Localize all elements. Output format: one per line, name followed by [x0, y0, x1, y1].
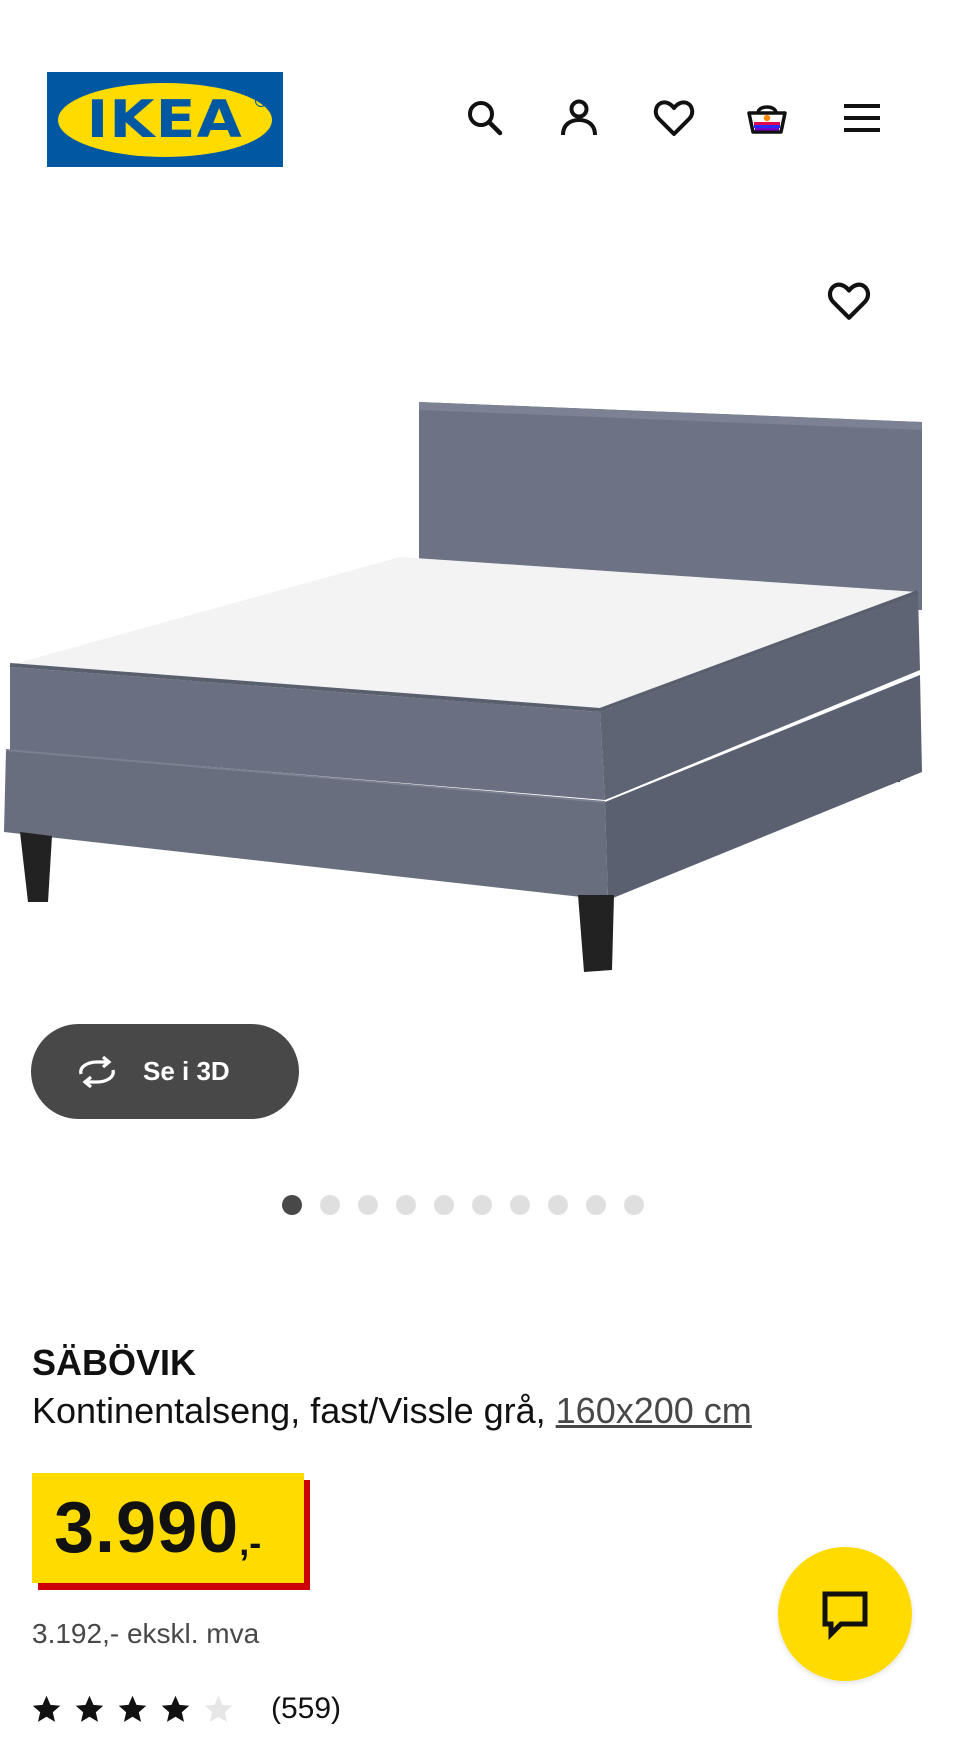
review-count: (559): [271, 1692, 342, 1725]
pagination-dot[interactable]: [434, 1195, 454, 1215]
price-tag: 3.990 ,-: [32, 1473, 310, 1590]
product-name: SÄBÖVIK: [32, 1342, 197, 1383]
chat-button[interactable]: [778, 1547, 912, 1681]
star-filled-icon: [161, 1695, 190, 1722]
product-image[interactable]: [0, 380, 960, 980]
pagination-dot[interactable]: [586, 1195, 606, 1215]
image-pagination: [282, 1195, 644, 1215]
pagination-dot[interactable]: [548, 1195, 568, 1215]
star-filled-icon: [32, 1695, 61, 1722]
ikea-logo[interactable]: IKEA: [47, 72, 283, 167]
view-in-3d-label: Se i 3D: [143, 1056, 230, 1086]
product-description: Kontinentalseng, fast/Vissle grå, 160x20…: [32, 1390, 752, 1432]
logo-oval: IKEA: [58, 82, 272, 157]
price-suffix: ,-: [239, 1522, 262, 1563]
logo-text: IKEA: [86, 89, 244, 150]
pagination-dot[interactable]: [358, 1195, 378, 1215]
wishlist-heart-icon[interactable]: [650, 94, 698, 142]
pagination-dot[interactable]: [320, 1195, 340, 1215]
heart-icon: [827, 282, 871, 320]
price-amount: 3.990: [54, 1488, 240, 1568]
price-excl-vat: 3.192,- ekskl. mva: [32, 1618, 260, 1649]
star-filled-icon: [118, 1695, 147, 1722]
product-rating[interactable]: (559): [30, 1692, 341, 1726]
product-description-text: Kontinentalseng, fast/Vissle grå,: [32, 1390, 556, 1431]
rotate-icon: [79, 1055, 115, 1088]
pagination-dot[interactable]: [282, 1195, 302, 1215]
star-filled-icon: [75, 1695, 104, 1722]
price-box: 3.990 ,-: [32, 1473, 304, 1583]
site-header: IKEA: [0, 0, 960, 200]
chat-icon: [822, 1591, 868, 1640]
pagination-dot[interactable]: [396, 1195, 416, 1215]
pagination-dot[interactable]: [510, 1195, 530, 1215]
menu-icon[interactable]: [838, 94, 886, 142]
product-size-link[interactable]: 160x200 cm: [556, 1390, 752, 1431]
pagination-dot[interactable]: [624, 1195, 644, 1215]
view-in-3d-button[interactable]: Se i 3D: [31, 1024, 299, 1119]
pagination-dot[interactable]: [472, 1195, 492, 1215]
account-icon[interactable]: [555, 94, 603, 142]
registered-mark: [255, 95, 267, 107]
star-empty-icon: [204, 1695, 233, 1722]
search-icon[interactable]: [461, 94, 509, 142]
cart-icon[interactable]: [743, 94, 791, 142]
favorite-button[interactable]: [820, 272, 878, 330]
